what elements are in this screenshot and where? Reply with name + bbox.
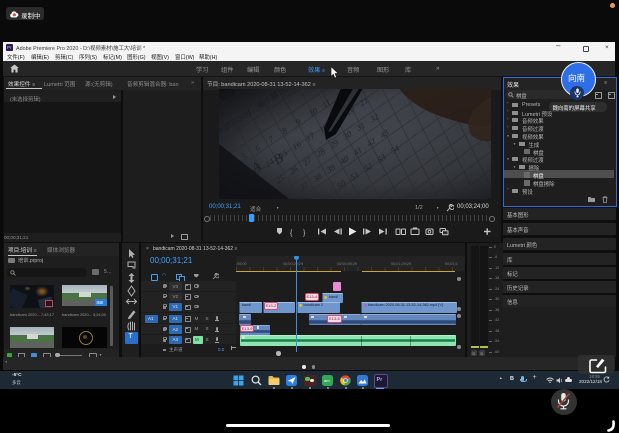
svg-text:}: } bbox=[303, 230, 306, 237]
svg-text:{: { bbox=[290, 230, 293, 237]
